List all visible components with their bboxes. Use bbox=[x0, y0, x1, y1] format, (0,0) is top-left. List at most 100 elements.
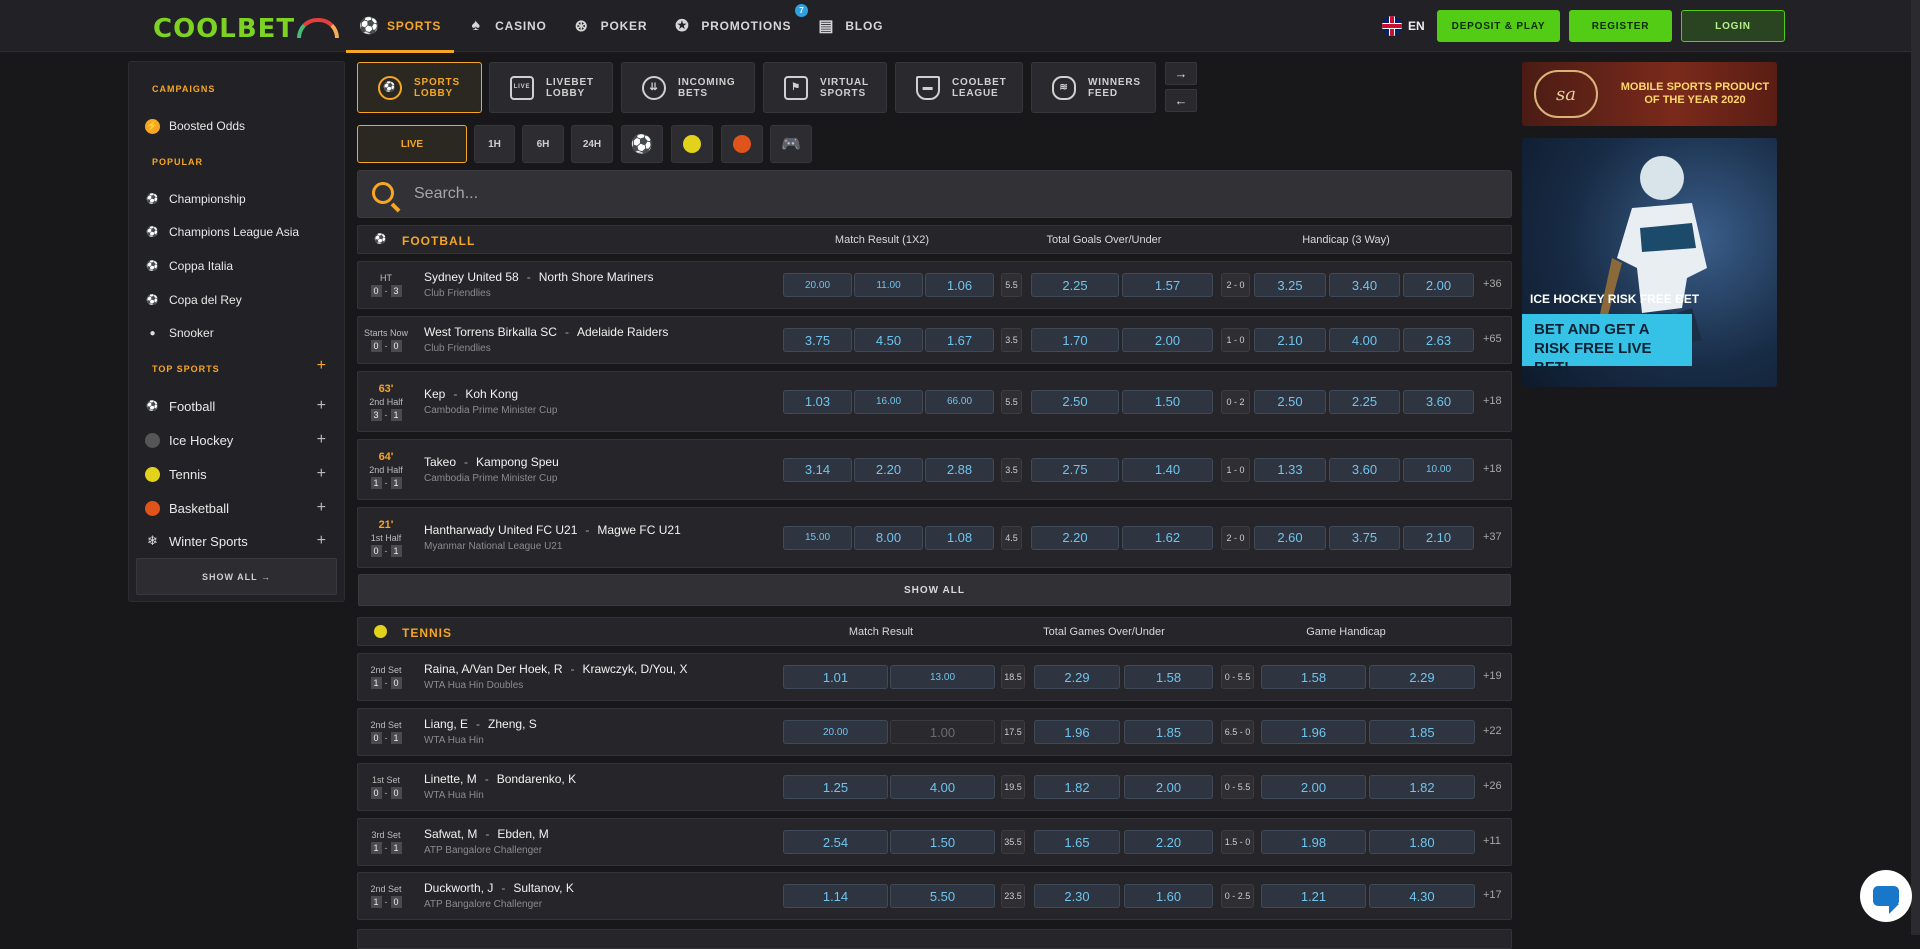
odds-over-button[interactable]: 1.82 bbox=[1034, 775, 1120, 799]
handicap-home-button[interactable]: 1.33 bbox=[1254, 457, 1326, 482]
odds-under-button[interactable]: 1.58 bbox=[1124, 665, 1213, 689]
login-button[interactable]: LOGIN bbox=[1681, 10, 1785, 42]
teams[interactable]: Linette, M - Bondarenko, K bbox=[424, 772, 576, 786]
filter-live[interactable]: LIVE bbox=[357, 125, 467, 163]
handicap-away-button[interactable]: 2.29 bbox=[1369, 665, 1475, 689]
sidebar-item-ice-hockey[interactable]: Ice Hockey + bbox=[145, 430, 330, 450]
teams[interactable]: West Torrens Birkalla SC - Adelaide Raider… bbox=[424, 325, 668, 339]
more-markets-link[interactable]: +17 bbox=[1483, 889, 1502, 901]
handicap-home-button[interactable]: 1.21 bbox=[1261, 884, 1366, 908]
filter-football[interactable]: ⚽ bbox=[621, 125, 663, 163]
more-markets-link[interactable]: +18 bbox=[1483, 395, 1502, 407]
filter-6h[interactable]: 6H bbox=[522, 125, 564, 163]
sidebar-item-championship[interactable]: ⚽ Championship bbox=[145, 189, 330, 209]
more-markets-link[interactable]: +26 bbox=[1483, 780, 1502, 792]
odds-over-button[interactable]: 2.30 bbox=[1034, 884, 1120, 908]
handicap-draw-button[interactable]: 3.40 bbox=[1329, 273, 1400, 297]
add-top-sport-icon[interactable]: + bbox=[317, 357, 326, 375]
odds-over-button[interactable]: 2.25 bbox=[1031, 273, 1119, 297]
odds-away-button[interactable]: 5.50 bbox=[890, 884, 995, 908]
tab-incoming-bets[interactable]: ⇊ INCOMING BETS bbox=[621, 62, 755, 113]
more-markets-link[interactable]: +22 bbox=[1483, 725, 1502, 737]
odds-under-button[interactable]: 2.20 bbox=[1124, 830, 1213, 854]
sidebar-item-football[interactable]: ⚽ Football + bbox=[145, 396, 330, 416]
search-input[interactable] bbox=[414, 171, 1504, 217]
handicap-away-button[interactable]: 3.60 bbox=[1403, 389, 1474, 414]
handicap-away-button[interactable]: 1.82 bbox=[1369, 775, 1475, 799]
handicap-home-button[interactable]: 1.58 bbox=[1261, 665, 1366, 689]
league-name[interactable]: Club Friendlies bbox=[424, 343, 491, 354]
more-markets-link[interactable]: +18 bbox=[1483, 463, 1502, 475]
sidebar-item-winter-sports[interactable]: ❄ Winter Sports + bbox=[145, 531, 330, 551]
expand-icon[interactable]: + bbox=[317, 499, 326, 517]
league-name[interactable]: Cambodia Prime Minister Cup bbox=[424, 473, 557, 484]
coolbet-logo[interactable]: COOLBET bbox=[153, 14, 340, 44]
league-name[interactable]: WTA Hua Hin Doubles bbox=[424, 680, 523, 691]
odds-under-button[interactable]: 1.60 bbox=[1124, 884, 1213, 908]
nav-blog[interactable]: ▤ BLOG bbox=[804, 0, 896, 52]
odds-home-button[interactable]: 20.00 bbox=[783, 273, 852, 297]
odds-away-button[interactable]: 1.06 bbox=[925, 273, 994, 297]
filter-basketball[interactable] bbox=[721, 125, 763, 163]
odds-over-button[interactable]: 2.75 bbox=[1031, 457, 1119, 482]
handicap-draw-button[interactable]: 3.75 bbox=[1329, 525, 1400, 550]
handicap-draw-button[interactable]: 4.00 bbox=[1329, 328, 1400, 352]
odds-home-button[interactable]: 1.25 bbox=[783, 775, 888, 799]
language-selector[interactable]: EN bbox=[1382, 16, 1425, 36]
teams[interactable]: Hantharwady United FC U21- Magwe FC U21 bbox=[424, 523, 681, 537]
tab-virtual-sports[interactable]: ⚑ VIRTUAL SPORTS bbox=[763, 62, 887, 113]
handicap-away-button[interactable]: 2.63 bbox=[1403, 328, 1474, 352]
odds-home-button[interactable]: 15.00 bbox=[783, 525, 852, 550]
odds-away-button[interactable]: 66.00 bbox=[925, 389, 994, 414]
tabs-prev-button[interactable]: ← bbox=[1165, 89, 1197, 112]
odds-away-button[interactable]: 1.67 bbox=[925, 328, 994, 352]
odds-under-button[interactable]: 1.62 bbox=[1122, 525, 1213, 550]
handicap-home-button[interactable]: 1.96 bbox=[1261, 720, 1366, 744]
nav-casino[interactable]: ♠ CASINO bbox=[454, 0, 559, 52]
odds-home-button[interactable]: 3.14 bbox=[783, 457, 852, 482]
expand-icon[interactable]: + bbox=[317, 397, 326, 415]
tab-coolbet-league[interactable]: ▬ COOLBET LEAGUE bbox=[895, 62, 1023, 113]
tab-winners-feed[interactable]: ≋ WINNERS FEED bbox=[1031, 62, 1156, 113]
odds-draw-button[interactable]: 16.00 bbox=[854, 389, 923, 414]
football-show-all-button[interactable]: SHOW ALL bbox=[358, 574, 1511, 606]
handicap-home-button[interactable]: 2.60 bbox=[1254, 525, 1326, 550]
award-banner[interactable]: sa MOBILE SPORTS PRODUCT OF THE YEAR 202… bbox=[1522, 62, 1777, 126]
handicap-home-button[interactable]: 3.25 bbox=[1254, 273, 1326, 297]
page-scrollbar[interactable] bbox=[1911, 0, 1920, 935]
sidebar-show-all-button[interactable]: SHOW ALL → bbox=[136, 558, 337, 595]
tabs-next-button[interactable]: → bbox=[1165, 62, 1197, 85]
sidebar-item-tennis[interactable]: Tennis + bbox=[145, 464, 330, 484]
odds-under-button[interactable]: 1.57 bbox=[1122, 273, 1213, 297]
more-markets-link[interactable]: +19 bbox=[1483, 670, 1502, 682]
expand-icon[interactable]: + bbox=[317, 532, 326, 550]
league-name[interactable]: Cambodia Prime Minister Cup bbox=[424, 405, 557, 416]
odds-away-button[interactable]: 4.00 bbox=[890, 775, 995, 799]
tab-livebet-lobby[interactable]: LIVE LIVEBET LOBBY bbox=[489, 62, 613, 113]
teams[interactable]: Safwat, M - Ebden, M bbox=[424, 827, 549, 841]
expand-icon[interactable]: + bbox=[317, 465, 326, 483]
odds-over-button[interactable]: 1.96 bbox=[1034, 720, 1120, 744]
nav-promotions[interactable]: ✪ PROMOTIONS 7 bbox=[660, 0, 809, 52]
ice-hockey-promo-banner[interactable]: ICE HOCKEY RISK FREE BET BET AND GET A R… bbox=[1522, 138, 1777, 387]
odds-under-button[interactable]: 2.00 bbox=[1124, 775, 1213, 799]
odds-over-button[interactable]: 1.65 bbox=[1034, 830, 1120, 854]
filter-esports[interactable]: 🎮 bbox=[770, 125, 812, 163]
filter-24h[interactable]: 24H bbox=[571, 125, 613, 163]
sidebar-item-boosted-odds[interactable]: ⚡ Boosted Odds bbox=[145, 116, 330, 136]
odds-home-button[interactable]: 2.54 bbox=[783, 830, 888, 854]
teams[interactable]: Takeo - Kampong Speu bbox=[424, 455, 559, 469]
more-markets-link[interactable]: +65 bbox=[1483, 333, 1502, 345]
league-name[interactable]: Myanmar National League U21 bbox=[424, 541, 562, 552]
odds-home-button[interactable]: 1.01 bbox=[783, 665, 888, 689]
handicap-away-button[interactable]: 4.30 bbox=[1369, 884, 1475, 908]
tab-sports-lobby[interactable]: ⚽ SPORTS LOBBY bbox=[357, 62, 482, 113]
league-name[interactable]: WTA Hua Hin bbox=[424, 790, 484, 801]
handicap-away-button[interactable]: 2.10 bbox=[1403, 525, 1474, 550]
odds-under-button[interactable]: 1.50 bbox=[1122, 389, 1213, 414]
handicap-away-button[interactable]: 1.80 bbox=[1369, 830, 1475, 854]
sidebar-item-snooker[interactable]: ● Snooker bbox=[145, 323, 330, 343]
deposit-button[interactable]: DEPOSIT & PLAY bbox=[1437, 10, 1560, 42]
odds-home-button[interactable]: 1.03 bbox=[783, 389, 852, 414]
expand-icon[interactable]: + bbox=[317, 431, 326, 449]
